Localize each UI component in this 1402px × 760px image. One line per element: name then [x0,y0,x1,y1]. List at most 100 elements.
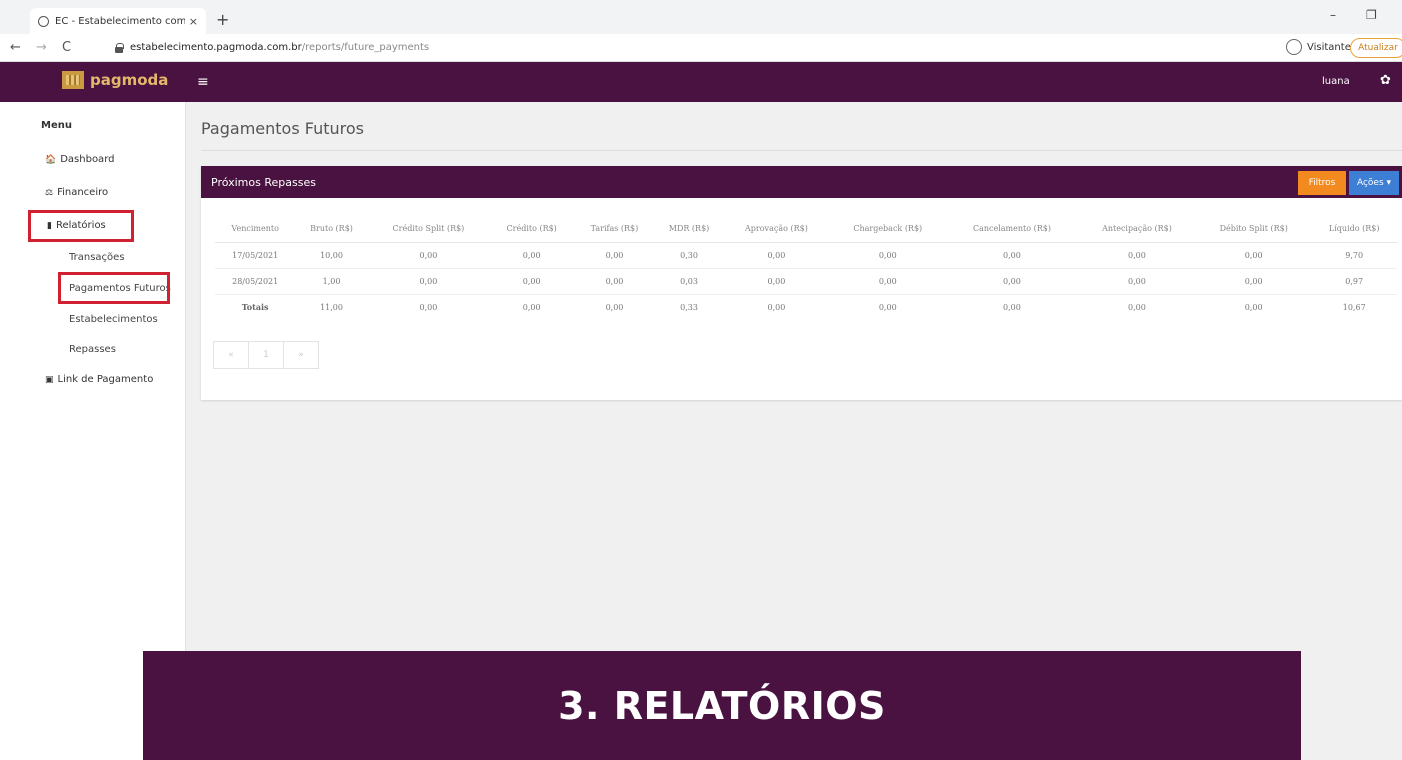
table-cell: 0,00 [767,302,786,312]
table-cell: 0,00 [1195,268,1312,295]
divider [201,150,1402,151]
table-cell: 10,00 [295,242,368,269]
table-cell: 0,00 [1195,242,1312,269]
table-cell: 10,67 [1342,302,1366,312]
table-cell: 0,00 [1128,302,1146,312]
sidebar-subitem-estabelecimentos[interactable]: Estabelecimentos [69,314,158,325]
table-cell: 0,00 [522,302,541,312]
minimize-icon[interactable]: – [1330,8,1336,22]
new-tab-button[interactable]: + [216,10,229,29]
url-field[interactable]: estabelecimento.pagmoda.com.br/reports/f… [130,42,429,53]
sidebar-item-dashboard[interactable]: 🏠 Dashboard [45,154,114,165]
column-header[interactable]: Vencimento [215,216,296,243]
sidebar-item-link-pagamento[interactable]: ▣ Link de Pagamento [45,374,153,385]
table-header-row: Vencimento Bruto (R$) Crédito Split (R$)… [215,216,1397,243]
future-payments-table: Vencimento Bruto (R$) Crédito Split (R$)… [215,216,1397,320]
restore-icon[interactable]: ❐ [1366,8,1377,22]
column-header[interactable]: Aprovação (R$) [723,216,830,243]
column-header[interactable]: Antecipação (R$) [1077,216,1196,243]
table-cell: 0,00 [878,302,897,312]
table-cell: 0,00 [1003,302,1021,312]
column-header[interactable]: Débito Split (R$) [1195,216,1312,243]
table-cell: 0,00 [419,302,438,312]
banner-title: 3. RELATÓRIOS [558,683,886,728]
table-cell: 0,33 [680,302,698,312]
column-header[interactable]: Chargeback (R$) [829,216,946,243]
filter-button[interactable]: Filtros [1298,171,1346,195]
lock-icon [115,43,124,53]
url-path: /reports/future_payments [301,42,430,53]
column-header[interactable]: Bruto (R$) [295,216,368,243]
table-cell: 0,00 [723,268,830,295]
table-row: 17/05/2021 10,00 0,00 0,00 0,00 0,30 0,0… [215,242,1397,269]
panel-header: Próximos Repasses Filtros Ações ▾ [201,166,1402,198]
table-cell: 0,00 [605,302,624,312]
table-cell: 0,00 [367,242,490,269]
next-page-button[interactable]: » [283,341,319,369]
sidebar-subitem-repasses[interactable]: Repasses [69,344,116,355]
close-tab-icon[interactable]: × [189,15,198,28]
table-cell: 0,00 [489,268,575,295]
username-link[interactable]: luana [1322,76,1350,87]
logo-icon [62,71,84,89]
table-cell: 0,00 [1077,242,1196,269]
table-cell: 0,00 [489,242,575,269]
table-cell: 0,00 [1077,268,1196,295]
sidebar-title: Menu [41,120,72,131]
table-cell: 0,00 [1244,302,1263,312]
balance-icon: ⚖ [45,187,54,198]
table-cell: 0,00 [723,242,830,269]
profile-label: Visitante [1307,41,1351,53]
sidebar-item-financeiro[interactable]: ⚖ Financeiro [45,187,108,198]
home-icon: 🏠 [45,154,57,165]
section-banner: 3. RELATÓRIOS [143,651,1301,760]
highlight-pagamentos-futuros [58,272,170,304]
tab-title: EC - Estabelecimento comercial [55,15,185,27]
sidebar-item-label: Link de Pagamento [57,374,154,385]
gear-icon[interactable]: ✿ [1380,73,1391,88]
totals-row: Totais 11,00 0,00 0,00 0,00 0,33 0,00 0,… [215,294,1397,320]
panel-title: Próximos Repasses [211,176,316,189]
brand-logo[interactable]: pagmoda [62,71,168,89]
globe-icon [38,15,49,27]
column-header[interactable]: Líquido (R$) [1311,216,1397,243]
column-header[interactable]: MDR (R$) [654,216,724,243]
prev-page-button[interactable]: « [213,341,249,369]
update-button[interactable]: Atualizar [1350,38,1402,58]
table-cell: 0,00 [574,242,655,269]
pagination: « 1 » [213,341,319,369]
back-icon[interactable]: ← [10,40,21,55]
user-icon [1286,39,1302,55]
page-title: Pagamentos Futuros [201,119,364,138]
table-cell: 0,30 [654,242,724,269]
url-host: estabelecimento.pagmoda.com.br [130,42,302,53]
column-header[interactable]: Tarifas (R$) [574,216,655,243]
table-cell: 17/05/2021 [215,242,296,269]
sidebar-item-label: Dashboard [60,154,115,165]
sidebar-item-label: Financeiro [57,187,109,198]
table-row: 28/05/2021 1,00 0,00 0,00 0,00 0,03 0,00… [215,268,1397,295]
table-cell: 11,00 [320,302,343,312]
table-cell: 28/05/2021 [215,268,296,295]
logo-text: pagmoda [90,71,169,89]
table-cell: 0,00 [829,242,946,269]
page-1-button[interactable]: 1 [248,341,284,369]
table-cell: 0,00 [574,268,655,295]
table-cell: 9,70 [1311,242,1397,269]
forward-icon[interactable]: → [36,40,47,55]
column-header[interactable]: Cancelamento (R$) [945,216,1078,243]
sidebar-subitem-transacoes[interactable]: Transações [69,252,125,263]
hamburger-menu-icon[interactable]: ≡ [197,74,209,90]
browser-tab[interactable]: EC - Estabelecimento comercial × [30,8,206,34]
actions-dropdown-button[interactable]: Ações ▾ [1349,171,1399,195]
app-header: pagmoda ≡ luana ✿ [0,62,1402,102]
column-header[interactable]: Crédito Split (R$) [367,216,490,243]
address-bar: ← → C estabelecimento.pagmoda.com.br/rep… [0,34,1402,62]
table-cell: 0,03 [654,268,724,295]
link-card-icon: ▣ [45,374,54,385]
repasses-panel: Próximos Repasses Filtros Ações ▾ Vencim… [201,166,1402,400]
table-cell: 0,00 [945,268,1078,295]
profile-button[interactable]: Visitante [1286,39,1351,55]
column-header[interactable]: Crédito (R$) [489,216,575,243]
reload-icon[interactable]: C [62,40,71,55]
